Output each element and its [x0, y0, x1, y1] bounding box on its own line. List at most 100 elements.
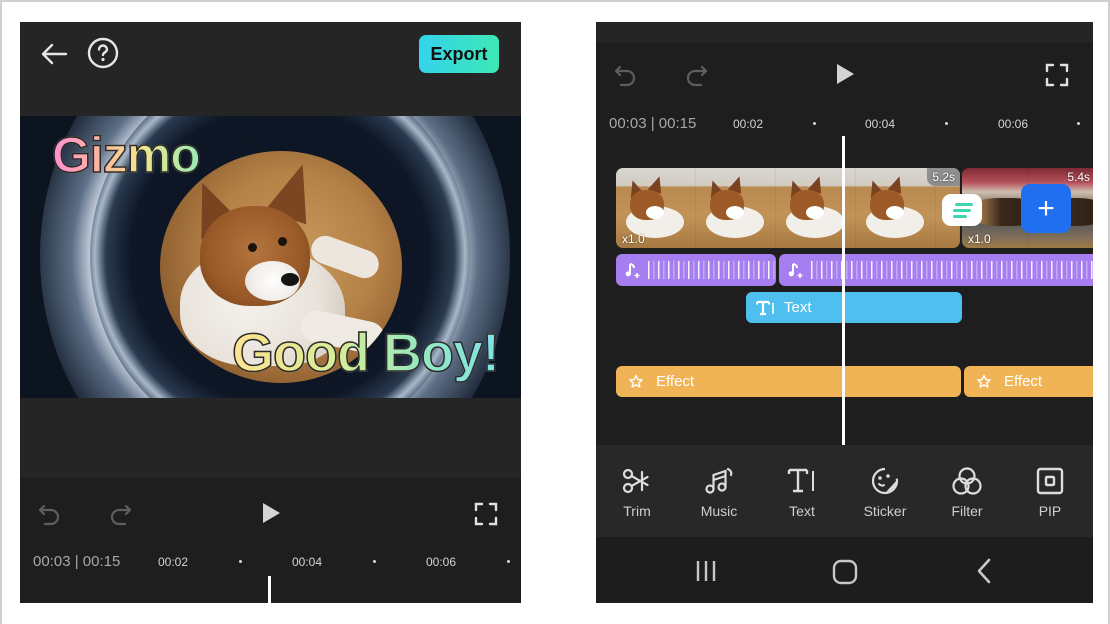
add-clip-button[interactable]: + — [1021, 184, 1071, 233]
ruler-label: 00:04 — [865, 117, 896, 131]
play-button[interactable] — [254, 496, 288, 530]
ruler-label: 00:04 — [292, 555, 323, 569]
playhead[interactable] — [268, 576, 271, 603]
fullscreen-button[interactable] — [1041, 59, 1073, 91]
clip-duration-badge: 5.4s — [1067, 170, 1090, 184]
ruler-tick-dot — [239, 560, 242, 563]
dog-eye — [248, 243, 257, 252]
ruler-tick-dot — [507, 560, 510, 563]
transition-icon-bar — [953, 214, 967, 218]
home-button[interactable] — [828, 555, 862, 589]
caption-text-gizmo[interactable]: Gizmo — [51, 126, 201, 184]
play-icon — [837, 64, 854, 84]
playback-controls: 00:03 | 00:15 00:02 00:04 00:06 — [20, 478, 521, 603]
right-screen-timeline-editor: 00:03 | 00:15 00:02 00:04 00:06 5.2s x1.… — [596, 22, 1093, 603]
tool-pip[interactable]: PIP — [1009, 445, 1091, 537]
ruler-label: 00:02 — [158, 555, 189, 569]
fullscreen-icon — [1045, 63, 1069, 87]
clip-thumbnail — [856, 168, 936, 248]
music-add-icon — [620, 261, 646, 279]
play-icon — [263, 503, 280, 523]
export-button[interactable]: Export — [419, 35, 499, 73]
ruler-tick-dot — [373, 560, 376, 563]
text-clip[interactable]: Text — [746, 292, 962, 323]
tool-label: Filter — [951, 503, 983, 519]
tool-music[interactable]: Music — [678, 445, 760, 537]
redo-icon — [110, 504, 132, 526]
tool-label: Trim — [623, 503, 651, 519]
fullscreen-button[interactable] — [470, 498, 502, 530]
transition-icon-bar — [953, 208, 971, 212]
audio-waveform — [811, 261, 1093, 279]
tool-filter[interactable]: Filter — [926, 445, 1008, 537]
scissors-icon — [622, 465, 652, 497]
tool-text[interactable]: Text — [761, 445, 843, 537]
undo-button[interactable] — [610, 59, 642, 91]
play-button[interactable] — [828, 57, 862, 91]
ruler-label: 00:06 — [426, 555, 457, 569]
video-preview[interactable]: Gizmo Good Boy! — [20, 116, 521, 398]
tool-label: Sticker — [863, 503, 907, 519]
transition-icon — [955, 202, 973, 206]
effect-clip-label: Effect — [656, 373, 695, 390]
timeline-playhead[interactable] — [842, 136, 845, 446]
dog-nose — [281, 273, 299, 286]
dog-eye — [278, 237, 287, 246]
recent-apps-icon — [696, 561, 716, 581]
ruler-label: 00:06 — [998, 117, 1029, 131]
audio-clip[interactable] — [779, 254, 1093, 286]
recent-apps-button[interactable] — [690, 555, 722, 587]
left-screen-editor-preview: Export Gizmo Good Boy! 00:03 | 00:15 00:… — [20, 22, 521, 603]
undo-icon — [614, 65, 636, 87]
caption-text-good-boy[interactable]: Good Boy! — [231, 322, 500, 384]
ruler-tick-dot — [1077, 122, 1080, 125]
question-circle-icon — [87, 37, 119, 69]
tool-label: PIP — [1038, 503, 1062, 519]
text-icon — [787, 465, 817, 497]
redo-icon — [686, 65, 708, 87]
tool-label: Music — [700, 503, 738, 519]
clip-duration-badge: 5.2s — [927, 168, 960, 186]
clip-speed-badge: x1.0 — [622, 232, 645, 246]
text-clip-label: Text — [784, 299, 812, 316]
redo-button[interactable] — [680, 59, 712, 91]
undo-icon — [38, 504, 60, 526]
undo-button[interactable] — [34, 498, 66, 530]
back-chevron-icon — [977, 558, 991, 584]
home-icon — [832, 559, 858, 585]
fullscreen-icon — [474, 502, 498, 526]
effect-clip[interactable]: Effect — [616, 366, 961, 397]
tool-label: Text — [789, 503, 815, 519]
filter-circles-icon — [951, 465, 983, 497]
clip-thumbnail — [696, 168, 776, 248]
editing-toolbar: Trim Music Text Sticker Filter PIP — [596, 445, 1093, 537]
sparkle-star-icon — [977, 374, 991, 388]
sticker-face-icon — [870, 465, 900, 497]
arrow-left-icon — [41, 43, 68, 65]
ruler-tick-dot — [813, 122, 816, 125]
ruler-label: 00:02 — [733, 117, 764, 131]
audio-waveform — [648, 261, 776, 279]
status-bar — [596, 22, 1093, 42]
clip-speed-badge: x1.0 — [968, 232, 991, 246]
ruler-tick-dot — [945, 122, 948, 125]
timecode: 00:03 | 00:15 — [33, 553, 121, 570]
picture-in-picture-icon — [1036, 465, 1064, 497]
timecode: 00:03 | 00:15 — [609, 115, 697, 132]
effect-clip-label: Effect — [1004, 373, 1043, 390]
redo-button[interactable] — [104, 498, 136, 530]
tool-trim[interactable]: Trim — [596, 445, 678, 537]
back-button[interactable] — [38, 38, 70, 70]
top-bar: Export — [20, 22, 521, 116]
system-back-button[interactable] — [968, 555, 1000, 587]
tool-sticker[interactable]: Sticker — [844, 445, 926, 537]
audio-clip[interactable] — [616, 254, 776, 286]
music-notes-icon — [704, 465, 734, 497]
video-clip[interactable]: 5.2s x1.0 — [616, 168, 960, 248]
music-add-icon — [783, 261, 809, 279]
effect-clip[interactable]: Effect — [964, 366, 1093, 397]
sparkle-star-icon — [629, 374, 643, 388]
help-button[interactable] — [86, 36, 120, 70]
text-cursor-icon — [756, 300, 774, 315]
transition-button[interactable] — [942, 194, 982, 226]
